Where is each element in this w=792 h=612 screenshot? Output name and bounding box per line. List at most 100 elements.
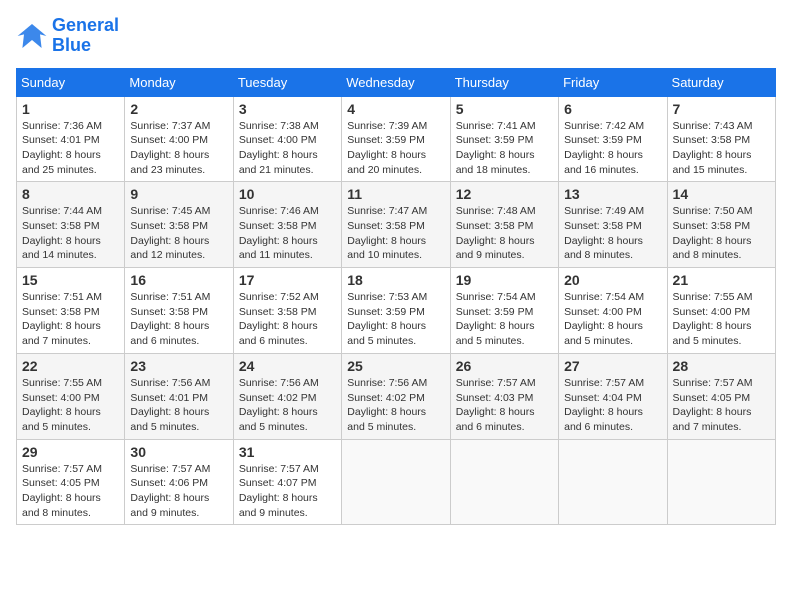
calendar-cell xyxy=(559,439,667,525)
day-number: 26 xyxy=(456,358,553,374)
calendar-cell: 24 Sunrise: 7:56 AMSunset: 4:02 PMDayligh… xyxy=(233,353,341,439)
calendar-cell: 19 Sunrise: 7:54 AMSunset: 3:59 PMDayligh… xyxy=(450,268,558,354)
day-info: Sunrise: 7:57 AMSunset: 4:05 PMDaylight:… xyxy=(22,462,119,521)
calendar-cell: 7 Sunrise: 7:43 AMSunset: 3:58 PMDaylight… xyxy=(667,96,775,182)
calendar-cell: 25 Sunrise: 7:56 AMSunset: 4:02 PMDayligh… xyxy=(342,353,450,439)
day-number: 13 xyxy=(564,186,661,202)
day-number: 31 xyxy=(239,444,336,460)
day-info: Sunrise: 7:38 AMSunset: 4:00 PMDaylight:… xyxy=(239,119,336,178)
calendar-cell xyxy=(450,439,558,525)
weekday-header: Tuesday xyxy=(233,68,341,96)
calendar-cell: 11 Sunrise: 7:47 AMSunset: 3:58 PMDayligh… xyxy=(342,182,450,268)
day-info: Sunrise: 7:57 AMSunset: 4:06 PMDaylight:… xyxy=(130,462,227,521)
calendar-cell: 30 Sunrise: 7:57 AMSunset: 4:06 PMDayligh… xyxy=(125,439,233,525)
day-info: Sunrise: 7:52 AMSunset: 3:58 PMDaylight:… xyxy=(239,290,336,349)
day-number: 27 xyxy=(564,358,661,374)
day-number: 28 xyxy=(673,358,770,374)
calendar-cell: 22 Sunrise: 7:55 AMSunset: 4:00 PMDayligh… xyxy=(17,353,125,439)
day-info: Sunrise: 7:37 AMSunset: 4:00 PMDaylight:… xyxy=(130,119,227,178)
day-number: 22 xyxy=(22,358,119,374)
day-info: Sunrise: 7:51 AMSunset: 3:58 PMDaylight:… xyxy=(22,290,119,349)
day-number: 3 xyxy=(239,101,336,117)
calendar-cell: 12 Sunrise: 7:48 AMSunset: 3:58 PMDayligh… xyxy=(450,182,558,268)
calendar-cell: 9 Sunrise: 7:45 AMSunset: 3:58 PMDaylight… xyxy=(125,182,233,268)
weekday-header: Wednesday xyxy=(342,68,450,96)
day-number: 16 xyxy=(130,272,227,288)
calendar-cell: 3 Sunrise: 7:38 AMSunset: 4:00 PMDaylight… xyxy=(233,96,341,182)
calendar-cell: 23Sunrise: 7:56 AMSunset: 4:01 PMDayligh… xyxy=(125,353,233,439)
day-info: Sunrise: 7:56 AMSunset: 4:02 PMDaylight:… xyxy=(239,376,336,435)
calendar-week: 8Sunrise: 7:44 AMSunset: 3:58 PMDaylight… xyxy=(17,182,776,268)
calendar-cell: 16Sunrise: 7:51 AMSunset: 3:58 PMDayligh… xyxy=(125,268,233,354)
day-info: Sunrise: 7:47 AMSunset: 3:58 PMDaylight:… xyxy=(347,204,444,263)
calendar-week: 22 Sunrise: 7:55 AMSunset: 4:00 PMDayligh… xyxy=(17,353,776,439)
day-number: 2 xyxy=(130,101,227,117)
calendar-cell: 6 Sunrise: 7:42 AMSunset: 3:59 PMDaylight… xyxy=(559,96,667,182)
day-info: Sunrise: 7:57 AMSunset: 4:03 PMDaylight:… xyxy=(456,376,553,435)
calendar-cell: 2 Sunrise: 7:37 AMSunset: 4:00 PMDaylight… xyxy=(125,96,233,182)
calendar-week: 1 Sunrise: 7:36 AMSunset: 4:01 PMDaylight… xyxy=(17,96,776,182)
day-info: Sunrise: 7:43 AMSunset: 3:58 PMDaylight:… xyxy=(673,119,770,178)
calendar-week: 29 Sunrise: 7:57 AMSunset: 4:05 PMDayligh… xyxy=(17,439,776,525)
calendar-cell: 28 Sunrise: 7:57 AMSunset: 4:05 PMDayligh… xyxy=(667,353,775,439)
day-number: 7 xyxy=(673,101,770,117)
calendar-cell: 21Sunrise: 7:55 AMSunset: 4:00 PMDayligh… xyxy=(667,268,775,354)
day-info: Sunrise: 7:56 AMSunset: 4:02 PMDaylight:… xyxy=(347,376,444,435)
calendar-cell: 17 Sunrise: 7:52 AMSunset: 3:58 PMDayligh… xyxy=(233,268,341,354)
day-number: 11 xyxy=(347,186,444,202)
logo: General Blue xyxy=(16,16,119,56)
calendar-cell: 14 Sunrise: 7:50 AMSunset: 3:58 PMDayligh… xyxy=(667,182,775,268)
day-number: 1 xyxy=(22,101,119,117)
day-number: 25 xyxy=(347,358,444,374)
day-number: 30 xyxy=(130,444,227,460)
day-number: 23 xyxy=(130,358,227,374)
calendar-cell xyxy=(342,439,450,525)
day-info: Sunrise: 7:48 AMSunset: 3:58 PMDaylight:… xyxy=(456,204,553,263)
day-number: 8 xyxy=(22,186,119,202)
day-number: 9 xyxy=(130,186,227,202)
day-number: 17 xyxy=(239,272,336,288)
calendar-cell: 31 Sunrise: 7:57 AMSunset: 4:07 PMDayligh… xyxy=(233,439,341,525)
day-number: 14 xyxy=(673,186,770,202)
day-info: Sunrise: 7:45 AMSunset: 3:58 PMDaylight:… xyxy=(130,204,227,263)
weekday-header: Monday xyxy=(125,68,233,96)
calendar-cell: 29 Sunrise: 7:57 AMSunset: 4:05 PMDayligh… xyxy=(17,439,125,525)
day-info: Sunrise: 7:46 AMSunset: 3:58 PMDaylight:… xyxy=(239,204,336,263)
day-info: Sunrise: 7:57 AMSunset: 4:04 PMDaylight:… xyxy=(564,376,661,435)
day-number: 6 xyxy=(564,101,661,117)
day-info: Sunrise: 7:50 AMSunset: 3:58 PMDaylight:… xyxy=(673,204,770,263)
calendar-cell: 8Sunrise: 7:44 AMSunset: 3:58 PMDaylight… xyxy=(17,182,125,268)
calendar-cell: 15 Sunrise: 7:51 AMSunset: 3:58 PMDayligh… xyxy=(17,268,125,354)
calendar-cell: 20Sunrise: 7:54 AMSunset: 4:00 PMDayligh… xyxy=(559,268,667,354)
day-number: 12 xyxy=(456,186,553,202)
calendar-table: SundayMondayTuesdayWednesdayThursdayFrid… xyxy=(16,68,776,526)
calendar-week: 15 Sunrise: 7:51 AMSunset: 3:58 PMDayligh… xyxy=(17,268,776,354)
day-number: 5 xyxy=(456,101,553,117)
day-info: Sunrise: 7:42 AMSunset: 3:59 PMDaylight:… xyxy=(564,119,661,178)
calendar-cell xyxy=(667,439,775,525)
weekday-header: Sunday xyxy=(17,68,125,96)
calendar-cell: 10 Sunrise: 7:46 AMSunset: 3:58 PMDayligh… xyxy=(233,182,341,268)
day-info: Sunrise: 7:39 AMSunset: 3:59 PMDaylight:… xyxy=(347,119,444,178)
day-number: 21 xyxy=(673,272,770,288)
logo-text: General Blue xyxy=(52,16,119,56)
day-info: Sunrise: 7:54 AMSunset: 3:59 PMDaylight:… xyxy=(456,290,553,349)
calendar-cell: 18Sunrise: 7:53 AMSunset: 3:59 PMDayligh… xyxy=(342,268,450,354)
day-number: 19 xyxy=(456,272,553,288)
calendar-cell: 13Sunrise: 7:49 AMSunset: 3:58 PMDayligh… xyxy=(559,182,667,268)
calendar-header: SundayMondayTuesdayWednesdayThursdayFrid… xyxy=(17,68,776,96)
calendar-cell: 26 Sunrise: 7:57 AMSunset: 4:03 PMDayligh… xyxy=(450,353,558,439)
day-info: Sunrise: 7:54 AMSunset: 4:00 PMDaylight:… xyxy=(564,290,661,349)
weekday-header: Friday xyxy=(559,68,667,96)
page-header: General Blue xyxy=(16,16,776,56)
day-number: 15 xyxy=(22,272,119,288)
calendar-cell: 1 Sunrise: 7:36 AMSunset: 4:01 PMDaylight… xyxy=(17,96,125,182)
day-info: Sunrise: 7:55 AMSunset: 4:00 PMDaylight:… xyxy=(22,376,119,435)
calendar-cell: 4Sunrise: 7:39 AMSunset: 3:59 PMDaylight… xyxy=(342,96,450,182)
day-number: 10 xyxy=(239,186,336,202)
day-info: Sunrise: 7:36 AMSunset: 4:01 PMDaylight:… xyxy=(22,119,119,178)
day-info: Sunrise: 7:57 AMSunset: 4:07 PMDaylight:… xyxy=(239,462,336,521)
day-info: Sunrise: 7:57 AMSunset: 4:05 PMDaylight:… xyxy=(673,376,770,435)
day-number: 29 xyxy=(22,444,119,460)
day-number: 24 xyxy=(239,358,336,374)
